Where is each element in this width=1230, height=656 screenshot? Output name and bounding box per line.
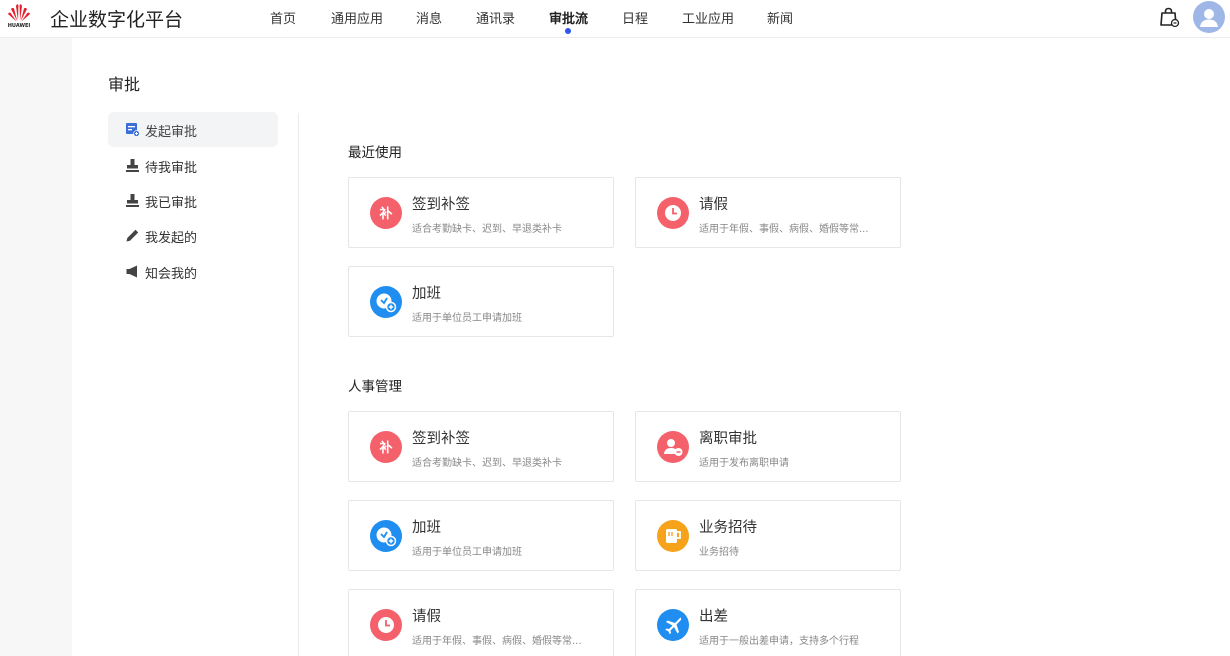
overtime-clock-icon xyxy=(370,286,402,318)
overtime-clock-icon xyxy=(370,520,402,552)
card-desc: 适用于一般出差申请，支持多个行程 xyxy=(699,636,859,647)
top-bar: HUAWEI 企业数字化平台 首页 通用应用 消息 通讯录 审批流 日程 工业应… xyxy=(0,0,1230,38)
stamp-icon xyxy=(125,193,140,208)
sidebar-divider xyxy=(298,113,299,656)
sidebar-item-label: 我已审批 xyxy=(145,196,198,211)
card-title: 加班 xyxy=(412,520,441,536)
user-minus-icon xyxy=(657,431,689,463)
nav-active-indicator xyxy=(565,28,571,34)
cup-icon xyxy=(657,520,689,552)
nav-general-apps[interactable]: 通用应用 xyxy=(331,8,383,27)
card-sign-in-supplement[interactable]: 补 签到补签 适合考勤缺卡、迟到、早退类补卡 xyxy=(348,177,614,248)
sidebar-item-label: 发起审批 xyxy=(145,125,198,140)
bu-icon: 补 xyxy=(370,197,402,229)
sidebar-item-cc-to-me[interactable]: 知会我的 xyxy=(108,254,278,289)
clock-icon xyxy=(370,609,402,641)
card-title: 出差 xyxy=(699,609,728,625)
huawei-flower-icon xyxy=(8,4,30,22)
sidebar-item-start-approval[interactable]: 发起审批 xyxy=(108,112,278,147)
card-desc: 适用于单位员工申请加班 xyxy=(412,547,522,558)
sidebar-item-pending-approval[interactable]: 待我审批 xyxy=(108,148,278,183)
card-title: 请假 xyxy=(412,609,441,625)
card-desc: 适合考勤缺卡、迟到、早退类补卡 xyxy=(412,458,562,469)
plane-icon xyxy=(657,609,689,641)
sidebar-item-approved[interactable]: 我已审批 xyxy=(108,183,278,218)
card-leave[interactable]: 请假 适用于年假、事假、病假、婚假等常... xyxy=(635,177,901,248)
form-add-icon xyxy=(125,122,140,137)
nav-schedule[interactable]: 日程 xyxy=(622,8,648,27)
section-title-hr: 人事管理 xyxy=(348,379,402,395)
nav-home[interactable]: 首页 xyxy=(270,8,296,27)
card-desc: 适用于年假、事假、病假、婚假等常... xyxy=(412,636,582,647)
card-desc: 适用于单位员工申请加班 xyxy=(412,313,522,324)
app-title: 企业数字化平台 xyxy=(50,9,184,31)
huawei-logo[interactable]: HUAWEI xyxy=(4,3,34,33)
card-sign-in-supplement[interactable]: 补 签到补签 适合考勤缺卡、迟到、早退类补卡 xyxy=(348,411,614,482)
card-title: 业务招待 xyxy=(699,520,757,536)
sidebar-item-label: 知会我的 xyxy=(145,267,198,282)
shopping-bag-icon[interactable] xyxy=(1158,6,1180,28)
card-overtime[interactable]: 加班 适用于单位员工申请加班 xyxy=(348,266,614,337)
speaker-icon xyxy=(125,264,140,279)
card-desc: 适用于年假、事假、病假、婚假等常... xyxy=(699,224,869,235)
sidebar-item-label: 我发起的 xyxy=(145,231,198,246)
sidebar-item-initiated[interactable]: 我发起的 xyxy=(108,218,278,253)
card-business-trip[interactable]: 出差 适用于一般出差申请，支持多个行程 xyxy=(635,589,901,656)
card-overtime[interactable]: 加班 适用于单位员工申请加班 xyxy=(348,500,614,571)
sidebar-item-label: 待我审批 xyxy=(145,161,198,176)
nav-messages[interactable]: 消息 xyxy=(416,8,442,27)
section-title-recent: 最近使用 xyxy=(348,145,402,161)
user-avatar-icon[interactable] xyxy=(1193,1,1225,33)
card-title: 加班 xyxy=(412,286,441,302)
svg-text:补: 补 xyxy=(378,440,392,456)
nav-industrial-apps[interactable]: 工业应用 xyxy=(682,8,734,27)
main-panel: 审批 发起审批 待我审批 我已审批 我发起的 知会我的 最近使用 补 签到补签 … xyxy=(72,38,1230,656)
card-resignation[interactable]: 离职审批 适用于发布离职申请 xyxy=(635,411,901,482)
nav-contacts[interactable]: 通讯录 xyxy=(476,8,515,27)
card-desc: 业务招待 xyxy=(699,547,739,558)
card-title: 离职审批 xyxy=(699,431,757,447)
card-business-entertainment[interactable]: 业务招待 业务招待 xyxy=(635,500,901,571)
card-desc: 适用于发布离职申请 xyxy=(699,458,789,469)
card-title: 签到补签 xyxy=(412,431,470,447)
card-title: 签到补签 xyxy=(412,197,470,213)
nav-approval-flow[interactable]: 审批流 xyxy=(549,8,588,27)
page-title: 审批 xyxy=(108,75,141,94)
svg-text:补: 补 xyxy=(378,206,392,222)
nav-news[interactable]: 新闻 xyxy=(767,8,793,27)
card-title: 请假 xyxy=(699,197,728,213)
huawei-wordmark: HUAWEI xyxy=(7,23,31,29)
clock-icon xyxy=(657,197,689,229)
bu-icon: 补 xyxy=(370,431,402,463)
pencil-icon xyxy=(125,228,140,243)
card-desc: 适合考勤缺卡、迟到、早退类补卡 xyxy=(412,224,562,235)
card-leave[interactable]: 请假 适用于年假、事假、病假、婚假等常... xyxy=(348,589,614,656)
stamp-icon xyxy=(125,158,140,173)
